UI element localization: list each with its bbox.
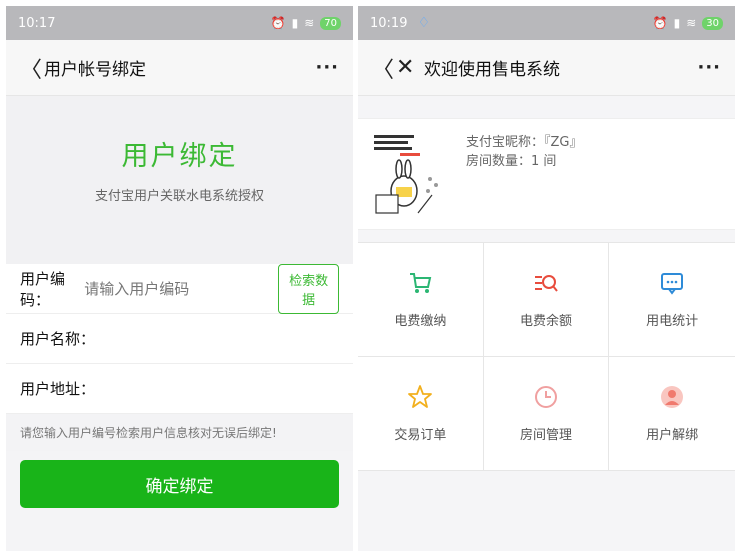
battery-icon: 70	[320, 16, 341, 30]
grid-item-balance[interactable]: 电费余额	[483, 243, 610, 357]
signal-icon: ▮	[291, 16, 299, 30]
search-data-button[interactable]: 检索数据	[278, 263, 339, 314]
user-name-row: 用户名称：	[6, 314, 353, 364]
wifi-icon: ≋	[304, 16, 315, 30]
cart-icon	[410, 273, 432, 293]
user-code-input[interactable]	[84, 279, 279, 298]
function-grid: 电费缴纳 电费余额 用电统计 交易订单 房间管理 用户解绑	[358, 242, 735, 471]
page-title: 欢迎使用售电系统	[424, 60, 560, 80]
more-menu-icon[interactable]: ···	[697, 57, 721, 78]
status-time: 10:19	[370, 16, 408, 31]
user-address-row: 用户地址：	[6, 364, 353, 414]
chat-stats-icon	[661, 273, 684, 295]
confirm-bind-button[interactable]: 确定绑定	[20, 460, 339, 508]
battery-icon: 30	[702, 16, 723, 30]
grid-item-pay-electricity[interactable]: 电费缴纳	[358, 243, 484, 357]
avatar	[370, 129, 454, 219]
status-bar: 10:19 ♢ ⏰ ▮ ≋ 30	[358, 6, 735, 40]
more-menu-icon[interactable]: ···	[315, 57, 339, 78]
user-address-label: 用户地址：	[20, 380, 96, 398]
nav-bar: 〈 用户帐号绑定 ···	[6, 40, 353, 96]
right-phone-screen: 10:19 ♢ ⏰ ▮ ≋ 30 〈 ✕ 欢迎使用售电系统 ··· 支付宝昵称：…	[358, 6, 735, 551]
room-count: 房间数量：1 间	[466, 154, 557, 169]
nav-bar: 〈 ✕ 欢迎使用售电系统 ···	[358, 40, 735, 96]
alarm-icon: ⏰	[270, 16, 286, 30]
user-address-field[interactable]	[98, 379, 339, 398]
clock-icon	[534, 386, 557, 408]
status-time: 10:17	[18, 15, 56, 31]
alipay-nickname: 支付宝昵称：『ZG』	[466, 135, 583, 150]
user-code-label: 用户编码：	[20, 269, 66, 309]
rabbit-avatar-image	[374, 135, 438, 214]
back-chevron-icon[interactable]: 〈	[372, 52, 396, 84]
grid-item-room-management[interactable]: 房间管理	[483, 357, 610, 471]
wifi-icon: ≋	[686, 16, 697, 30]
user-unbind-icon	[661, 386, 684, 408]
hero-title: 用户绑定	[121, 141, 238, 172]
close-icon[interactable]: ✕	[396, 55, 424, 80]
signal-icon: ▮	[673, 16, 681, 30]
profile-card: 支付宝昵称：『ZG』 房间数量：1 间	[358, 118, 735, 230]
grid-item-orders[interactable]: 交易订单	[358, 357, 484, 471]
user-name-field[interactable]	[98, 329, 339, 348]
user-name-label: 用户名称：	[20, 330, 96, 348]
bind-hint: 请您输入用户编号检索用户信息核对无误后绑定!	[6, 414, 353, 451]
back-chevron-icon[interactable]: 〈	[20, 52, 44, 84]
grid-item-unbind-user[interactable]: 用户解绑	[609, 357, 735, 471]
star-icon	[408, 385, 433, 408]
grid-item-usage-stats[interactable]: 用电统计	[609, 243, 735, 357]
page-title: 用户帐号绑定	[44, 60, 146, 80]
notification-drop-icon: ♢	[417, 15, 431, 31]
balance-search-icon	[534, 275, 558, 292]
bind-hero: 用户绑定 支付宝用户关联水电系统授权	[6, 96, 353, 264]
hero-subtitle: 支付宝用户关联水电系统授权	[94, 189, 264, 204]
alarm-icon: ⏰	[652, 16, 668, 30]
bind-form: 用户编码： 检索数据 用户名称： 用户地址：	[6, 263, 353, 414]
status-bar: 10:17 ⏰ ▮ ≋ 70	[6, 6, 353, 40]
user-code-row: 用户编码： 检索数据	[6, 263, 353, 314]
left-phone-screen: 10:17 ⏰ ▮ ≋ 70 〈 用户帐号绑定 ··· 用户绑定 支付宝用户关联…	[6, 6, 353, 551]
